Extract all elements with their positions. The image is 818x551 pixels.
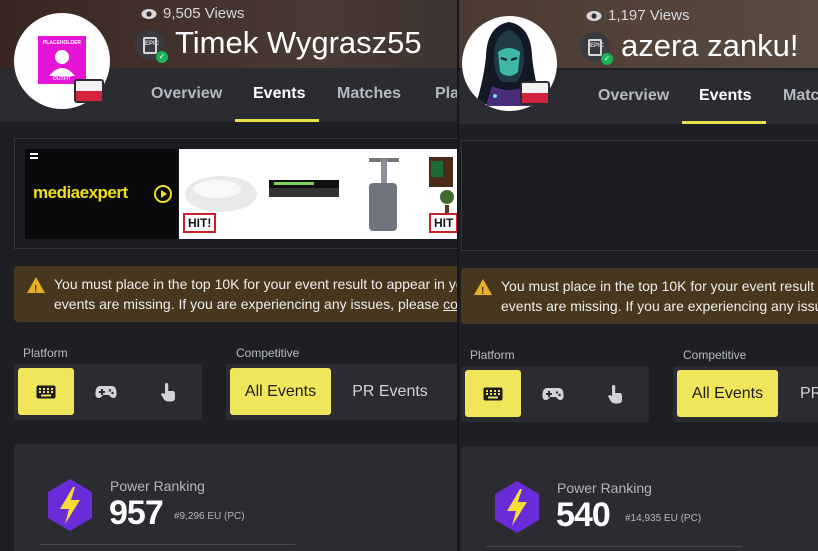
ad-hit-badge: HIT! — [183, 213, 217, 233]
left-profile-pane: PLACEHOLDER OUTFIT 9,505 Views EPIC ✓ Tim… — [0, 0, 457, 551]
player-name: Timek Wygrasz55 — [175, 25, 422, 60]
power-ranking-label: Power Ranking — [110, 478, 205, 494]
power-ranking-card: Power Ranking 540 #14,935 EU (PC) — [461, 446, 818, 551]
ad-brand-panel: mediaexpert — [25, 149, 178, 239]
tab-matches[interactable]: Matches — [337, 85, 401, 103]
power-ranking-label: Power Ranking — [557, 480, 652, 496]
contact-link[interactable]: con — [443, 296, 457, 312]
platform-gamepad-button[interactable] — [78, 368, 134, 415]
gamepad-icon — [542, 387, 564, 400]
ad-hit-badge-2: HIT — [429, 213, 457, 233]
platform-label: Platform — [23, 346, 68, 360]
power-ranking-region-rank: #9,296 EU (PC) — [174, 511, 245, 522]
platform-keyboard-button[interactable] — [465, 370, 521, 417]
warning-banner: ! You must place in the top 10K for your… — [14, 266, 457, 322]
active-tab-indicator — [682, 121, 766, 124]
warning-text: You must place in the top 10K for your e… — [501, 276, 818, 316]
card-divider — [486, 546, 742, 551]
ad-banner-empty — [461, 140, 818, 251]
platform-label: Platform — [470, 348, 515, 362]
platform-touch-button[interactable] — [587, 370, 643, 417]
pr-events-button[interactable]: PR Events — [338, 368, 442, 415]
power-ranking-value: 957 — [109, 494, 164, 532]
warning-line-1: You must place in the top 10K for your e… — [54, 276, 457, 292]
keyboard-icon — [483, 387, 503, 400]
player-name: azera zanku! — [621, 28, 799, 63]
warning-text: You must place in the top 10K for your e… — [54, 274, 457, 314]
power-ranking-bolt-icon — [48, 479, 92, 531]
ad-play-icon — [154, 185, 172, 203]
verified-check-icon: ✓ — [601, 53, 613, 65]
eye-icon — [586, 10, 602, 21]
all-events-button[interactable]: All Events — [230, 368, 331, 415]
warning-line-2: events are missing. If you are experienc… — [54, 296, 444, 312]
views-text: 1,197 Views — [608, 7, 690, 24]
competitive-filter: All Events PR — [673, 366, 818, 422]
competitive-label: Competitive — [683, 348, 747, 362]
ad-product-images — [185, 157, 454, 231]
gamepad-icon — [95, 385, 117, 398]
ad-brand-name: mediaexpert — [33, 183, 128, 202]
warning-line-1: You must place in the top 10K for your e… — [501, 278, 818, 294]
tab-platforms[interactable]: Pla — [435, 85, 457, 103]
competitive-filter: All Events PR Events — [226, 364, 457, 420]
warning-icon: ! — [474, 279, 492, 297]
views-count: 1,197 Views — [586, 7, 689, 24]
views-text: 9,505 Views — [163, 5, 245, 22]
touch-icon — [161, 382, 175, 401]
poland-flag-icon — [520, 81, 550, 105]
ad-products-panel: HIT! HIT — [179, 149, 457, 239]
power-ranking-bolt-icon — [495, 481, 539, 533]
eye-icon — [141, 8, 157, 19]
tab-overview[interactable]: Overview — [151, 85, 222, 103]
tab-overview[interactable]: Overview — [598, 87, 669, 105]
platform-filter — [14, 364, 202, 420]
epic-games-icon: EPIC ✓ — [580, 32, 613, 65]
tab-matches[interactable]: Matc — [783, 87, 818, 105]
power-ranking-region-rank: #14,935 EU (PC) — [625, 513, 702, 524]
right-profile-pane: 1,197 Views EPIC ✓ azera zanku! Overview … — [457, 0, 818, 551]
touch-icon — [608, 384, 622, 403]
warning-icon: ! — [27, 277, 45, 295]
poland-flag-icon — [74, 79, 104, 103]
pr-events-button[interactable]: PR — [785, 370, 818, 417]
epic-games-icon: EPIC ✓ — [135, 30, 168, 63]
placeholder-outfit-icon: PLACEHOLDER OUTFIT — [38, 36, 86, 84]
all-events-button[interactable]: All Events — [677, 370, 778, 417]
tab-events[interactable]: Events — [699, 87, 751, 105]
ad-banner[interactable]: mediaexpert HIT! HIT — [14, 138, 457, 249]
power-ranking-card: Power Ranking 957 #9,296 EU (PC) — [14, 444, 457, 551]
platform-filter — [461, 366, 649, 422]
power-ranking-value: 540 — [556, 496, 611, 534]
warning-line-2: events are missing. If you are experienc… — [501, 298, 818, 314]
platform-keyboard-button[interactable] — [18, 368, 74, 415]
competitive-label: Competitive — [236, 346, 300, 360]
tab-events[interactable]: Events — [253, 85, 305, 103]
verified-check-icon: ✓ — [156, 51, 168, 63]
views-count: 9,505 Views — [141, 5, 244, 22]
card-divider — [39, 544, 295, 551]
platform-touch-button[interactable] — [140, 368, 196, 415]
active-tab-indicator — [235, 119, 319, 122]
warning-banner: ! You must place in the top 10K for your… — [461, 268, 818, 324]
keyboard-icon — [36, 385, 56, 398]
platform-gamepad-button[interactable] — [525, 370, 581, 417]
